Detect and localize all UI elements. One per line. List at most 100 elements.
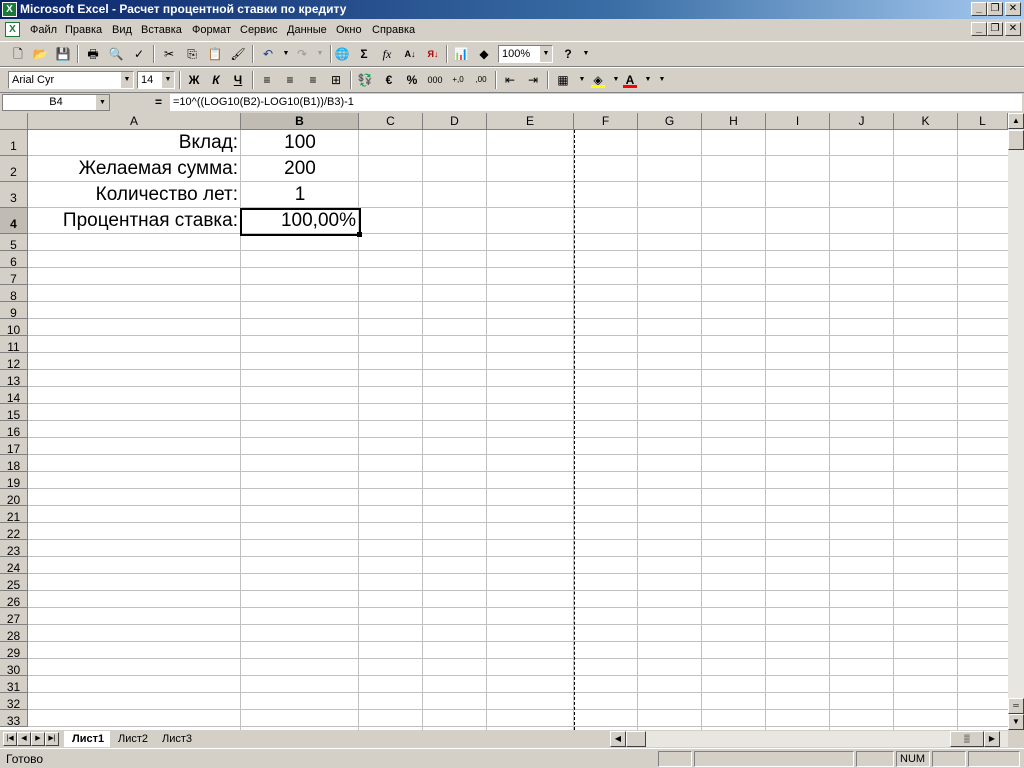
underline-button[interactable]: Ч [228, 71, 248, 89]
sheet-tab-1[interactable]: Лист1 [64, 731, 113, 747]
row-header-1[interactable]: 1 [0, 130, 28, 156]
row-header-3[interactable]: 3 [0, 182, 28, 208]
copy-icon[interactable]: ⎘ [182, 45, 202, 63]
menu-view[interactable]: Вид [112, 24, 132, 36]
row-header-2[interactable]: 2 [0, 156, 28, 182]
row-header-24[interactable]: 24 [0, 557, 28, 575]
row-header-22[interactable]: 22 [0, 523, 28, 541]
cell-a2[interactable]: Желаемая сумма: [79, 157, 238, 183]
menu-data[interactable]: Данные [287, 24, 327, 36]
row-header-13[interactable]: 13 [0, 370, 28, 388]
row-header-29[interactable]: 29 [0, 642, 28, 660]
zoom-select[interactable]: 100% ▼ [498, 45, 553, 63]
undo-icon[interactable]: ↶ [258, 45, 278, 63]
redo-icon[interactable]: ↷ [292, 45, 312, 63]
column-header-e[interactable]: E [487, 113, 574, 130]
row-header-18[interactable]: 18 [0, 455, 28, 473]
paste-icon[interactable]: 📋 [205, 45, 225, 63]
row-header-19[interactable]: 19 [0, 472, 28, 490]
font-size-select[interactable]: 14 ▼ [137, 71, 175, 89]
row-header-17[interactable]: 17 [0, 438, 28, 456]
doc-restore-icon[interactable]: ❐ [987, 22, 1003, 36]
first-sheet-icon[interactable]: |◀ [3, 732, 17, 746]
font-color-icon[interactable]: A [620, 71, 640, 89]
borders-icon[interactable]: ▦ [553, 71, 573, 89]
row-header-25[interactable]: 25 [0, 574, 28, 592]
row-header-11[interactable]: 11 [0, 336, 28, 354]
menu-window[interactable]: Окно [336, 24, 362, 36]
column-header-h[interactable]: H [702, 113, 766, 130]
row-header-5[interactable]: 5 [0, 234, 28, 252]
save-icon[interactable]: 💾 [53, 45, 73, 63]
cell-a4[interactable]: Процентная ставка: [63, 209, 238, 235]
sort-ascending-icon[interactable]: A↓ [400, 45, 420, 63]
row-header-21[interactable]: 21 [0, 506, 28, 524]
menu-file[interactable]: Файл [30, 24, 57, 36]
excel-icon[interactable]: X [2, 2, 17, 17]
font-select[interactable]: Arial Cyr ▼ [8, 71, 134, 89]
row-header-23[interactable]: 23 [0, 540, 28, 558]
row-header-31[interactable]: 31 [0, 676, 28, 694]
bold-button[interactable]: Ж [184, 71, 204, 89]
row-header-12[interactable]: 12 [0, 353, 28, 371]
doc-minimize-icon[interactable]: _ [971, 22, 987, 36]
column-header-d[interactable]: D [423, 113, 487, 130]
hyperlink-icon[interactable]: 🌐 [332, 45, 352, 63]
hscroll-thumb[interactable] [626, 731, 646, 747]
workbook-icon[interactable]: X [5, 22, 20, 37]
prev-sheet-icon[interactable]: ◀ [17, 732, 31, 746]
horizontal-scrollbar[interactable]: ◀ ▒ ▶ [610, 731, 1008, 747]
menu-format[interactable]: Формат [192, 24, 231, 36]
edit-formula-button[interactable]: = [155, 95, 162, 109]
chevron-down-icon[interactable]: ▼ [161, 72, 174, 88]
sort-descending-icon[interactable]: Я↓ [423, 45, 443, 63]
column-header-c[interactable]: C [359, 113, 423, 130]
last-sheet-icon[interactable]: ▶| [45, 732, 59, 746]
cell-b3[interactable]: 1 [241, 183, 359, 209]
chevron-down-icon[interactable]: ▼ [96, 95, 109, 110]
increase-indent-icon[interactable]: ⇥ [523, 71, 543, 89]
autosum-icon[interactable]: Σ [354, 45, 374, 63]
row-header-32[interactable]: 32 [0, 693, 28, 711]
row-header-10[interactable]: 10 [0, 319, 28, 337]
print-icon[interactable]: 🖶 [83, 45, 103, 63]
column-header-a[interactable]: A [28, 113, 241, 130]
menu-insert[interactable]: Вставка [141, 24, 182, 36]
align-center-icon[interactable]: ≡ [280, 71, 300, 89]
drawing-icon[interactable]: ◆ [474, 45, 494, 63]
scroll-right-icon[interactable]: ▶ [984, 731, 1000, 747]
euro-button[interactable]: € [379, 71, 399, 89]
toolbar-options-icon[interactable]: ▼ [652, 71, 672, 89]
menu-help[interactable]: Справка [372, 24, 415, 36]
italic-button[interactable]: К [206, 71, 226, 89]
next-sheet-icon[interactable]: ▶ [31, 732, 45, 746]
increase-decimal-icon[interactable]: +,0 [448, 71, 468, 89]
chevron-down-icon[interactable]: ▼ [539, 46, 552, 62]
percent-button[interactable]: % [402, 71, 422, 89]
hscroll-grip[interactable]: ▒ [950, 731, 984, 747]
column-header-l[interactable]: L [958, 113, 1008, 130]
cell-a1[interactable]: Вклад: [179, 131, 238, 157]
menu-tools[interactable]: Сервис [240, 24, 278, 36]
restore-icon[interactable]: ❐ [987, 2, 1003, 16]
redo-dropdown-icon[interactable]: ▼ [310, 45, 330, 63]
column-header-j[interactable]: J [830, 113, 894, 130]
row-header-14[interactable]: 14 [0, 387, 28, 405]
help-icon[interactable]: ? [558, 45, 578, 63]
worksheet-grid[interactable]: ABCDEFGHIJKL 1 2 3 4 5 6 7 8 9 10 11 12 13 14 15 16 17 18… [0, 113, 1008, 730]
row-header-7[interactable]: 7 [0, 268, 28, 286]
thousands-button[interactable]: 000 [425, 71, 445, 89]
cell-b1[interactable]: 100 [241, 131, 359, 157]
open-icon[interactable]: 📂 [30, 45, 50, 63]
scroll-thumb[interactable] [1008, 130, 1024, 150]
cut-icon[interactable]: ✂ [159, 45, 179, 63]
name-box[interactable]: B4 ▼ [2, 94, 110, 111]
minimize-icon[interactable]: _ [971, 2, 987, 16]
decrease-decimal-icon[interactable]: ,00 [471, 71, 491, 89]
column-header-k[interactable]: K [894, 113, 958, 130]
row-header-33[interactable]: 33 [0, 710, 28, 728]
function-icon[interactable]: fx [377, 45, 397, 63]
row-header-6[interactable]: 6 [0, 251, 28, 269]
row-header-26[interactable]: 26 [0, 591, 28, 609]
row-header-27[interactable]: 27 [0, 608, 28, 626]
